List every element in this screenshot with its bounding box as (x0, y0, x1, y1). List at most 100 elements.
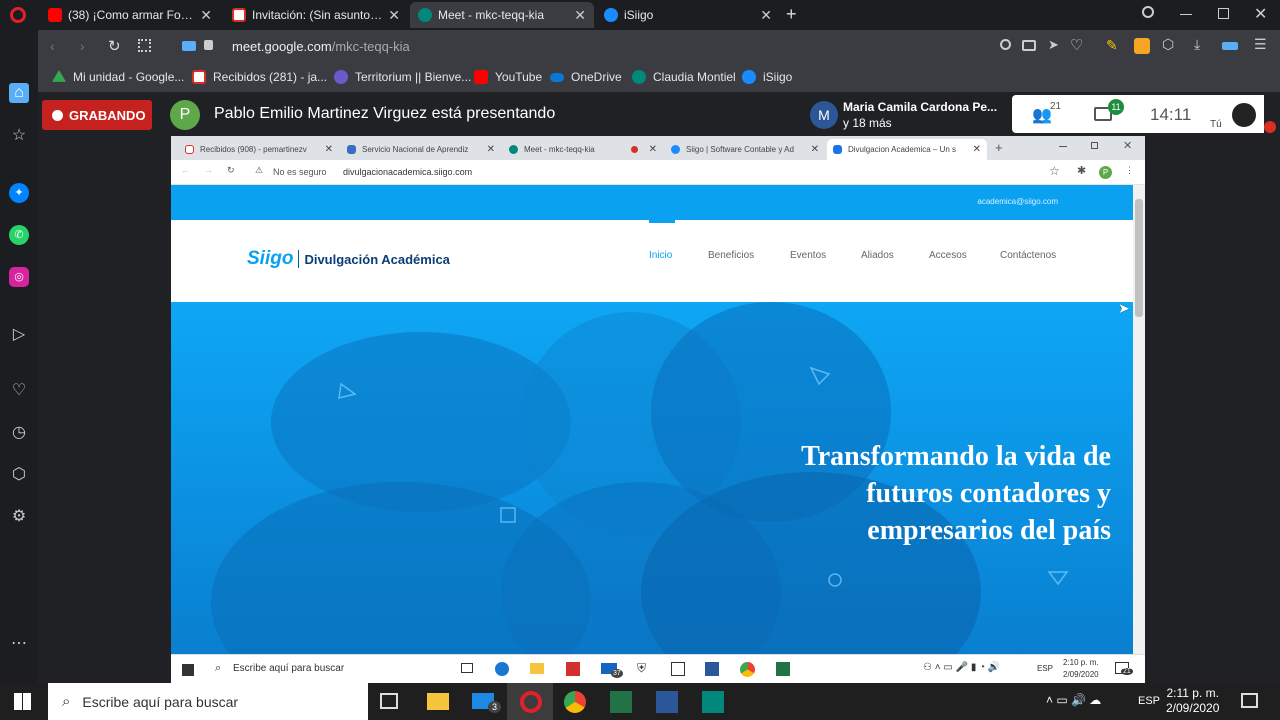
site-email-link[interactable]: academica@siigo.com (977, 197, 1058, 206)
easy-setup-icon[interactable]: ☰ (1254, 36, 1267, 53)
restore-button[interactable] (1091, 142, 1098, 149)
url-field[interactable]: meet.google.com/mkc-teqq-kia (232, 39, 410, 54)
avatar[interactable]: M (810, 101, 838, 129)
tray-icons[interactable]: ˄ ▭ 🔊 ☁ (1046, 693, 1101, 707)
inner-clock-date[interactable]: 2/09/2020 (1063, 670, 1099, 679)
avatar[interactable] (1232, 103, 1256, 127)
scroll-thumb[interactable] (1135, 199, 1143, 317)
inner-tab[interactable]: Siigo | Software Contable y Ad ✕ (665, 139, 825, 160)
forward-icon[interactable]: → (204, 165, 213, 175)
inner-clock-time[interactable]: 2:10 p. m. (1063, 658, 1099, 667)
battery-saver-icon[interactable] (1222, 42, 1238, 50)
send-icon[interactable]: ▷ (9, 325, 29, 345)
close-icon[interactable]: ✕ (649, 144, 657, 155)
star-icon[interactable]: ☆ (1049, 164, 1060, 178)
nav-inicio[interactable]: Inicio (649, 250, 672, 261)
forward-icon[interactable]: › (80, 38, 85, 54)
close-icon[interactable]: ✕ (200, 7, 212, 24)
reload-icon[interactable]: ↻ (108, 37, 121, 55)
viewer-names[interactable]: Maria Camila Cardona Pe... y 18 más (843, 99, 997, 131)
inner-tab[interactable]: Servicio Nacional de Aprendiz ✕ (341, 139, 501, 160)
vertical-scrollbar[interactable] (1133, 185, 1145, 654)
file-explorer-icon[interactable] (530, 663, 544, 674)
close-icon[interactable]: ✕ (487, 144, 495, 155)
close-icon[interactable]: ✕ (388, 7, 400, 24)
nav-eventos[interactable]: Eventos (790, 250, 826, 261)
chrome-icon[interactable] (564, 691, 586, 713)
inner-tab[interactable]: Meet - mkc-teqq-kia ✕ (503, 139, 663, 160)
acrobat-icon[interactable] (566, 662, 580, 676)
extensions-icon[interactable]: ✱ (1077, 164, 1086, 177)
opera-logo-icon[interactable] (10, 7, 26, 23)
edge-icon[interactable] (495, 662, 509, 676)
calculator-icon[interactable] (671, 662, 685, 676)
vpn-icon[interactable] (1134, 38, 1150, 54)
chrome-icon[interactable] (740, 662, 755, 677)
word-icon[interactable] (705, 662, 719, 676)
windows-start-icon[interactable] (14, 693, 31, 710)
tab-youtube[interactable]: (38) ¡Como armar Formular✕ (40, 2, 220, 28)
nav-contactenos[interactable]: Contáctenos (1000, 250, 1056, 261)
snapshot-icon[interactable] (1022, 40, 1036, 51)
word-icon[interactable] (656, 691, 678, 713)
close-icon[interactable]: ✕ (760, 7, 772, 24)
avatar[interactable]: P (1099, 166, 1112, 179)
inner-taskbar-search[interactable]: Escribe aquí para buscar (233, 663, 344, 674)
restore-button[interactable] (1218, 8, 1229, 19)
download-icon[interactable]: ⤓ (1194, 36, 1200, 53)
speed-dial-icon[interactable]: ☆ (9, 126, 29, 146)
inner-url-field[interactable]: divulgacionacademica.siigo.com (343, 167, 472, 177)
close-icon[interactable]: ✕ (325, 144, 333, 155)
search-icon[interactable]: ⌕ (215, 662, 221, 675)
tab-invitation[interactable]: Invitación: (Sin asunto) mié ✕ (224, 2, 408, 28)
minimize-button[interactable] (1059, 146, 1067, 147)
bookmark-item[interactable]: Territorium || Bienve... (334, 70, 471, 84)
instagram-icon[interactable]: ◎ (9, 267, 29, 287)
file-explorer-icon[interactable] (427, 693, 449, 710)
opera-icon[interactable] (520, 691, 542, 713)
more-icon[interactable]: ⋯ (9, 634, 29, 654)
close-icon[interactable]: ✕ (973, 144, 981, 155)
history-icon[interactable]: ◷ (9, 423, 29, 443)
nav-aliados[interactable]: Aliados (861, 250, 894, 261)
tab-isiigo[interactable]: iSiigo ✕ (596, 2, 780, 28)
nav-beneficios[interactable]: Beneficios (708, 250, 754, 261)
language-indicator[interactable]: ESP (1138, 695, 1160, 707)
back-icon[interactable]: ‹ (50, 38, 55, 54)
bookmark-item[interactable]: OneDrive (550, 70, 622, 84)
cube-icon[interactable]: ⬡ (9, 465, 29, 485)
task-view-icon[interactable] (380, 693, 398, 709)
messenger-icon[interactable]: ✦ (9, 183, 29, 203)
extension-icon[interactable]: ✎ (1106, 37, 1118, 54)
home-icon[interactable]: ⌂ (9, 83, 29, 103)
menu-icon[interactable]: ⋮ (1125, 165, 1134, 176)
whatsapp-icon[interactable]: ✆ (9, 225, 29, 245)
tab-meet[interactable]: Meet - mkc-teqq-kia ✕ (410, 2, 594, 28)
tabs-grid-icon[interactable] (138, 39, 151, 52)
close-icon[interactable]: ✕ (811, 144, 819, 155)
taskbar-search[interactable]: ⌕ Escribe aquí para buscar (48, 683, 368, 720)
shield-icon[interactable]: ⛨ (637, 661, 646, 676)
inner-tab[interactable]: Recibidos (908) - pemartinezv ✕ (179, 139, 339, 160)
new-tab-button[interactable]: + (786, 4, 797, 25)
bookmark-item[interactable]: Mi unidad - Google... (52, 70, 184, 84)
reload-icon[interactable]: ↻ (227, 165, 235, 176)
excel-icon[interactable] (776, 662, 790, 676)
windows-start-icon[interactable] (182, 664, 194, 676)
taskbar-clock[interactable]: 2:11 p. m. 2/09/2020 (1166, 686, 1219, 716)
inner-tab-active[interactable]: Divulgacion Academica – Un s ✕ (827, 139, 987, 160)
bookmark-item[interactable]: Recibidos (281) - ja... (192, 70, 327, 84)
search-icon[interactable] (1000, 39, 1011, 50)
minimize-button[interactable] (1180, 14, 1192, 15)
cube-icon[interactable]: ⬡ (1162, 36, 1174, 53)
app-icon[interactable] (702, 691, 724, 713)
search-tabs-icon[interactable] (1142, 6, 1154, 18)
nav-accesos[interactable]: Accesos (929, 250, 967, 261)
tray-icons[interactable]: ⚇ ˄ ▭ 🎤 ▮ ◔ 🔊 (923, 662, 1000, 673)
heart-icon[interactable]: ♡ (9, 381, 29, 401)
close-window-button[interactable]: ✕ (1254, 4, 1267, 24)
participants-icon[interactable]: 👥 (1032, 105, 1052, 125)
bookmark-item[interactable]: YouTube (474, 70, 542, 84)
close-window-button[interactable]: ✕ (1123, 139, 1132, 152)
notification-icon[interactable] (1241, 693, 1258, 708)
